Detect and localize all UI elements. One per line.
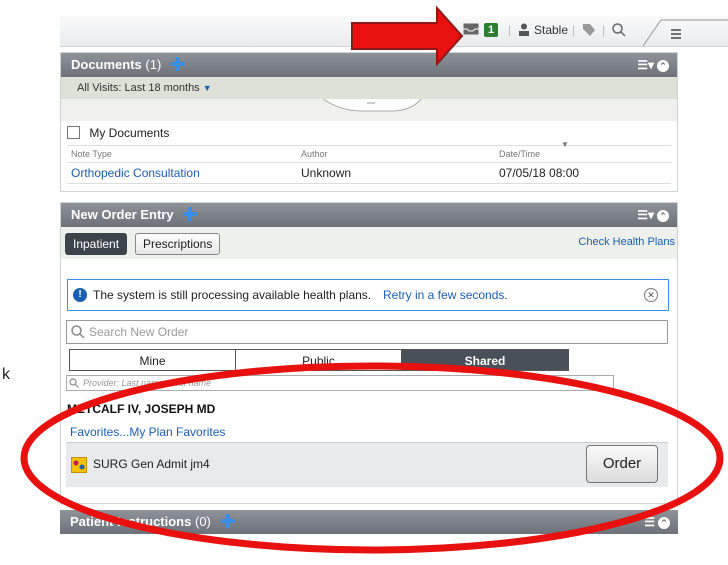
- status-label[interactable]: Stable: [534, 23, 568, 37]
- provider-name: METCALF IV, JOSEPH MD: [67, 402, 216, 416]
- info-icon: !: [73, 288, 87, 302]
- note-type-link[interactable]: Orthopedic Consultation: [71, 166, 200, 180]
- person-icon: [518, 23, 530, 39]
- retry-link[interactable]: Retry in a few seconds.: [383, 280, 508, 310]
- notification-badge[interactable]: 1: [484, 23, 499, 37]
- filter-label[interactable]: All Visits: Last 18 months: [77, 82, 200, 94]
- add-instruction-icon[interactable]: [220, 514, 235, 528]
- order-button[interactable]: Order: [586, 445, 658, 483]
- collapse-bar[interactable]: [61, 99, 677, 121]
- check-health-plans-link[interactable]: Check Health Plans: [578, 236, 675, 248]
- my-documents-checkbox[interactable]: [67, 126, 80, 139]
- documents-column-headers: Note Type Author Date/Time ▼: [67, 140, 671, 162]
- column-header[interactable]: Date/Time: [499, 149, 540, 159]
- order-item-label: SURG Gen Admit jm4: [93, 457, 210, 471]
- instructions-title: Patient Instructions: [70, 514, 192, 529]
- segment-shared[interactable]: Shared: [401, 349, 569, 371]
- panel-menu-icon[interactable]: ☰▾ ⌃: [637, 53, 669, 77]
- divider: |: [572, 23, 576, 37]
- info-text: The system is still processing available…: [93, 288, 372, 302]
- search-icon[interactable]: [612, 23, 626, 40]
- search-icon: [69, 378, 79, 388]
- my-documents-label: My Documents: [89, 126, 170, 140]
- close-icon[interactable]: ✕: [644, 288, 658, 302]
- sort-icon[interactable]: ▼: [561, 140, 569, 149]
- order-entry-title: New Order Entry: [71, 207, 174, 222]
- documents-title: Documents: [71, 57, 142, 72]
- table-row[interactable]: Orthopedic Consultation Unknown 07/05/18…: [67, 162, 671, 184]
- add-document-icon[interactable]: [170, 57, 185, 71]
- panel-menu-icon[interactable]: ☰ ⌃: [644, 510, 670, 534]
- my-documents-row[interactable]: My Documents: [61, 121, 677, 145]
- search-icon: [71, 325, 85, 339]
- provider-placeholder: Provider: Last name, First name: [83, 378, 212, 388]
- divider: |: [602, 23, 606, 37]
- side-text: k: [2, 366, 10, 383]
- segment-mine[interactable]: Mine: [69, 349, 236, 371]
- instructions-count: (0): [194, 514, 211, 529]
- info-banner: ! The system is still processing availab…: [67, 279, 669, 311]
- mail-icon[interactable]: [463, 23, 479, 38]
- tab-prescriptions[interactable]: Prescriptions: [135, 233, 221, 255]
- column-header[interactable]: Note Type: [71, 149, 112, 159]
- column-header[interactable]: Author: [301, 149, 328, 159]
- documents-header: Documents (1) ☰▾ ⌃: [61, 53, 677, 77]
- instructions-header: Patient Instructions (0) ☰ ⌃: [60, 510, 678, 534]
- segment-public[interactable]: Public: [235, 349, 402, 371]
- order-set-icon: [71, 457, 87, 473]
- list-item[interactable]: SURG Gen Admit jm4 Order: [66, 442, 668, 487]
- tab-inpatient[interactable]: Inpatient: [65, 233, 128, 255]
- menu-tab[interactable]: [642, 16, 728, 49]
- tag-icon[interactable]: [582, 23, 596, 40]
- divider: |: [508, 23, 512, 37]
- datetime-cell: 07/05/18 08:00: [499, 166, 580, 180]
- provider-search-input[interactable]: Provider: Last name, First name: [66, 375, 614, 391]
- documents-count: (1): [145, 57, 162, 72]
- documents-panel: Documents (1) ☰▾ ⌃ All Visits: Last 18 mo…: [60, 52, 678, 192]
- top-toolbar: 1 | Stable | |: [60, 16, 728, 47]
- favorites-breadcrumb[interactable]: Favorites...My Plan Favorites: [70, 425, 225, 439]
- author-cell: Unknown: [301, 166, 352, 180]
- filter-bar[interactable]: All Visits: Last 18 months ▼: [61, 77, 677, 99]
- order-tabs-bar: Inpatient Prescriptions Check Health Pla…: [61, 227, 677, 259]
- panel-menu-icon[interactable]: ☰▾ ⌃: [637, 203, 669, 227]
- search-new-order-input[interactable]: Search New Order: [66, 320, 668, 344]
- order-entry-header: New Order Entry ☰▾ ⌃: [61, 203, 677, 227]
- chevron-down-icon[interactable]: ▼: [203, 83, 212, 93]
- search-placeholder: Search New Order: [89, 325, 189, 339]
- add-order-icon[interactable]: [183, 207, 198, 221]
